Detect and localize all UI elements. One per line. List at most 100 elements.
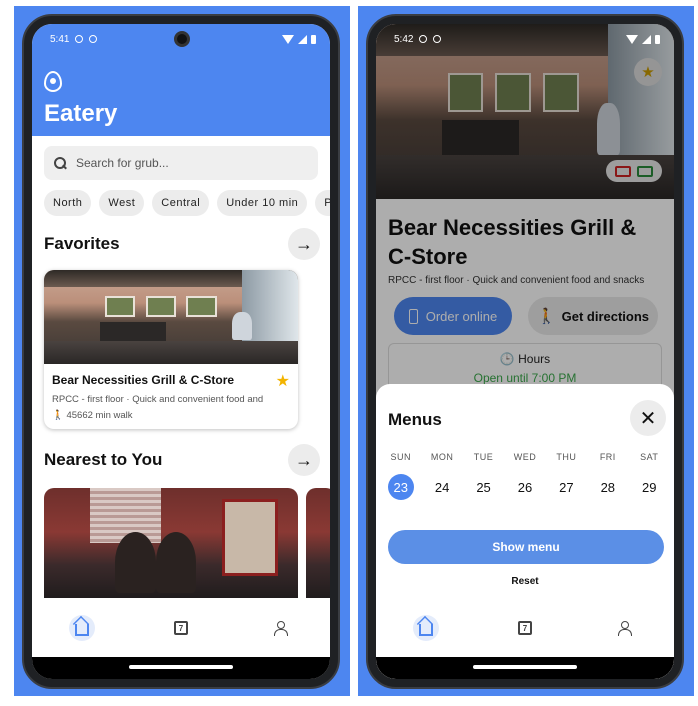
signal-icon — [642, 34, 651, 44]
eatery-photo — [306, 488, 330, 598]
home-screen: 5:41 Eatery Search for grub... North Wes… — [32, 24, 330, 679]
battery-icon — [655, 34, 660, 44]
day-button[interactable]: 24 — [424, 474, 460, 500]
close-icon: ✕ — [639, 407, 657, 430]
phone-frame-left: 5:41 Eatery Search for grub... North Wes… — [22, 14, 340, 689]
eatery-photo — [44, 488, 298, 598]
favorites-title: Favorites — [44, 234, 120, 253]
home-indicator[interactable] — [129, 665, 233, 669]
day-button[interactable]: 28 — [590, 474, 626, 500]
filter-chips: North West Central Under 10 min Pa — [44, 190, 330, 216]
status-time: 5:41 — [50, 33, 70, 45]
cash-icon — [637, 165, 653, 177]
weekday-label: FRI — [599, 452, 616, 462]
nav-profile[interactable] — [611, 615, 637, 641]
get-directions-button[interactable]: 🚶 Get directions — [528, 297, 658, 335]
status-bar: 5:42 — [376, 24, 674, 54]
wifi-icon — [282, 34, 294, 44]
weekday-label: THU — [556, 452, 577, 462]
person-icon — [273, 621, 289, 636]
notification-icon — [433, 35, 442, 43]
battery-icon — [311, 34, 316, 44]
filter-chip-central[interactable]: Central — [152, 190, 210, 216]
person-icon — [617, 621, 633, 636]
filter-chip-west[interactable]: West — [99, 190, 145, 216]
nav-home[interactable] — [412, 615, 439, 641]
weekday-label: SUN — [390, 452, 411, 462]
nearest-eatery-card-partial[interactable] — [306, 488, 330, 598]
favorite-star-icon[interactable]: ★ — [276, 371, 290, 391]
hours-title: 🕒 Hours — [389, 352, 661, 366]
brbs-card-icon — [615, 165, 631, 177]
clock-icon: 🕒 — [499, 352, 515, 366]
search-bar[interactable]: Search for grub... — [44, 146, 318, 180]
home-icon — [74, 624, 89, 636]
day-button[interactable]: 27 — [548, 474, 584, 500]
bottom-navigation: 7 — [32, 599, 330, 657]
front-camera — [174, 31, 190, 47]
favorite-eatery-card[interactable]: Bear Necessities Grill & C-Store ★ RPCC … — [44, 270, 298, 429]
eatery-subtitle: RPCC - first floor · Quick and convenien… — [52, 394, 264, 405]
signal-icon — [298, 34, 307, 44]
nav-profile[interactable] — [267, 615, 293, 641]
order-online-label: Order online — [425, 308, 498, 324]
right-panel: 5:42 ★ Bear Necessities Grill & C-Store … — [358, 6, 694, 696]
day-button-selected[interactable]: 23 — [383, 474, 419, 500]
arrow-right-icon: → — [295, 233, 313, 254]
day-button[interactable]: 25 — [466, 474, 502, 500]
app-title: Eatery — [44, 100, 118, 127]
walking-icon: 🚶 — [536, 308, 556, 325]
eatery-name: Bear Necessities Grill & C-Store — [388, 215, 637, 269]
day-button[interactable]: 29 — [631, 474, 667, 500]
gesture-bar-area — [32, 657, 330, 679]
favorites-see-all-button[interactable]: → — [288, 228, 320, 260]
get-directions-label: Get directions — [561, 308, 650, 324]
day-button[interactable]: 26 — [507, 474, 543, 500]
day-number: 23 — [387, 474, 414, 500]
left-panel: 5:41 Eatery Search for grub... North Wes… — [14, 6, 350, 696]
eatery-subtitle: RPCC - first floor · Quick and convenien… — [388, 275, 645, 286]
wifi-icon — [626, 34, 638, 44]
search-placeholder: Search for grub... — [76, 156, 169, 170]
notification-icon — [75, 35, 84, 43]
eatery-photo — [44, 270, 298, 364]
weekday-label: MON — [430, 452, 454, 462]
phone-icon — [408, 308, 418, 324]
nav-calendar[interactable]: 7 — [168, 615, 194, 641]
walk-time-text: 45662 min walk — [66, 410, 133, 421]
home-indicator[interactable] — [473, 665, 577, 669]
nav-calendar[interactable]: 7 — [512, 615, 538, 641]
show-menu-button[interactable]: Show menu — [388, 530, 664, 564]
order-online-button[interactable]: Order online — [394, 297, 512, 335]
gesture-bar-area — [376, 657, 674, 679]
weekday-label: SAT — [640, 452, 659, 462]
reset-button[interactable]: Reset — [376, 576, 674, 587]
close-button[interactable]: ✕ — [630, 400, 666, 436]
nearest-eatery-card[interactable] — [44, 488, 298, 598]
weekday-label: TUE — [473, 452, 494, 462]
menus-bottom-sheet: Menus ✕ SUN MON TUE WED THU FRI SAT 23 2… — [376, 384, 674, 679]
notification-icon — [89, 35, 98, 43]
payment-methods-badge — [606, 160, 662, 182]
hours-title-text: Hours — [518, 352, 551, 366]
eatery-logo-icon — [44, 71, 62, 92]
nav-home[interactable] — [68, 615, 95, 641]
filter-chip-partial[interactable]: Pa — [315, 190, 330, 216]
notification-icon — [419, 35, 428, 43]
search-icon — [54, 157, 66, 169]
filter-chip-under-10-min[interactable]: Under 10 min — [217, 190, 308, 216]
bottom-navigation: 7 — [376, 599, 674, 657]
eatery-name: Bear Necessities Grill & C-Store — [52, 373, 235, 387]
weekday-header: SUN MON TUE WED THU FRI SAT — [376, 452, 674, 462]
favorite-button[interactable]: ★ — [634, 58, 662, 86]
status-time: 5:42 — [394, 33, 414, 45]
eatery-detail-screen: 5:42 ★ Bear Necessities Grill & C-Store … — [376, 24, 674, 679]
calendar-icon: 7 — [173, 621, 188, 635]
hours-status: Open until 7:00 PM — [473, 371, 577, 385]
walking-icon: 🚶 — [52, 410, 64, 421]
filter-chip-north[interactable]: North — [44, 190, 92, 216]
calendar-icon: 7 — [517, 621, 532, 635]
walk-time: 🚶 45662 min walk — [52, 410, 133, 421]
nearest-see-all-button[interactable]: → — [288, 444, 320, 476]
phone-frame-right: 5:42 ★ Bear Necessities Grill & C-Store … — [366, 14, 684, 689]
